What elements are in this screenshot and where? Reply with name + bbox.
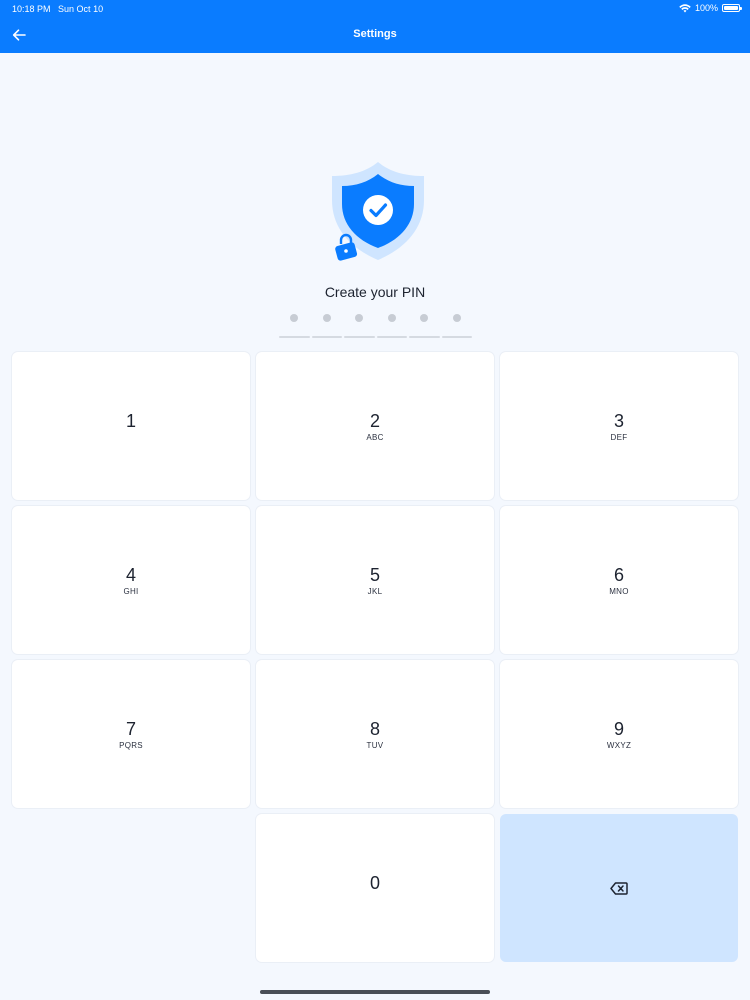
key-digit: 6 — [613, 564, 624, 585]
pin-slot — [409, 314, 440, 338]
battery-icon — [722, 4, 742, 12]
pin-dot — [420, 314, 428, 322]
battery-fill — [724, 6, 738, 10]
wifi-icon — [679, 3, 691, 12]
key-letters: JKL — [367, 586, 383, 596]
page-title: Settings — [353, 28, 397, 40]
key-digit: 7 — [125, 718, 136, 739]
key-digit: 8 — [369, 718, 380, 739]
status-time: 10:18 PM Sun Oct 10 — [12, 4, 103, 14]
key-letters: PQRS — [119, 740, 143, 750]
pin-slot — [311, 314, 342, 338]
key-letters: WXYZ — [606, 740, 632, 750]
key-letters: GHI — [123, 586, 139, 596]
key-1[interactable]: 1 — [12, 352, 250, 500]
key-empty — [12, 814, 250, 962]
pin-underline — [409, 336, 440, 338]
key-6[interactable]: 6 MNO — [500, 506, 738, 654]
pin-underline — [279, 336, 310, 338]
key-9[interactable]: 9 WXYZ — [500, 660, 738, 808]
pin-slot — [279, 314, 310, 338]
status-clock: 10:18 PM — [12, 4, 51, 14]
key-4[interactable]: 4 GHI — [12, 506, 250, 654]
nav-bar: Settings — [0, 18, 750, 53]
key-digit: 3 — [613, 410, 624, 431]
key-0[interactable]: 0 — [256, 814, 494, 962]
battery-percent: 100% — [694, 3, 718, 13]
pin-dot — [290, 314, 298, 322]
key-letters: TUV — [366, 740, 384, 750]
shield-check-icon — [332, 162, 424, 261]
key-3[interactable]: 3 DEF — [500, 352, 738, 500]
pin-keypad: 1 2 ABC 3 DEF 4 GHI 5 JKL 6 MNO 7 PQRS 8… — [12, 352, 738, 964]
pin-underline — [311, 336, 342, 338]
key-digit: 0 — [369, 872, 380, 893]
shield-illustration — [330, 160, 430, 265]
key-2[interactable]: 2 ABC — [256, 352, 494, 500]
pin-underline — [441, 336, 472, 338]
home-indicator — [260, 990, 490, 994]
pin-prompt: Create your PIN — [324, 284, 426, 300]
pin-dot — [322, 314, 331, 322]
delete-key[interactable] — [500, 814, 738, 962]
pin-dot — [355, 314, 363, 322]
pin-dot — [452, 314, 461, 322]
key-letters: DEF — [610, 432, 628, 442]
pin-slot — [344, 314, 375, 338]
pin-underline — [376, 336, 407, 338]
pin-underline — [344, 336, 375, 338]
status-date: Sun Oct 10 — [58, 4, 104, 14]
key-digit: 9 — [613, 718, 624, 739]
pin-indicator — [279, 314, 472, 338]
pin-slot — [441, 314, 472, 338]
key-digit: 4 — [125, 564, 136, 585]
status-bar: 10:18 PM Sun Oct 10 100% — [0, 0, 750, 18]
key-digit: 1 — [125, 410, 136, 431]
key-8[interactable]: 8 TUV — [256, 660, 494, 808]
key-letters: ABC — [366, 432, 384, 442]
key-5[interactable]: 5 JKL — [256, 506, 494, 654]
status-right: 100% — [679, 3, 742, 13]
key-7[interactable]: 7 PQRS — [12, 660, 250, 808]
key-digit: 5 — [369, 564, 380, 585]
pin-dot — [387, 314, 396, 322]
backspace-icon — [610, 881, 628, 895]
key-digit: 2 — [369, 410, 380, 431]
key-letters: MNO — [609, 586, 629, 596]
pin-slot — [376, 314, 407, 338]
